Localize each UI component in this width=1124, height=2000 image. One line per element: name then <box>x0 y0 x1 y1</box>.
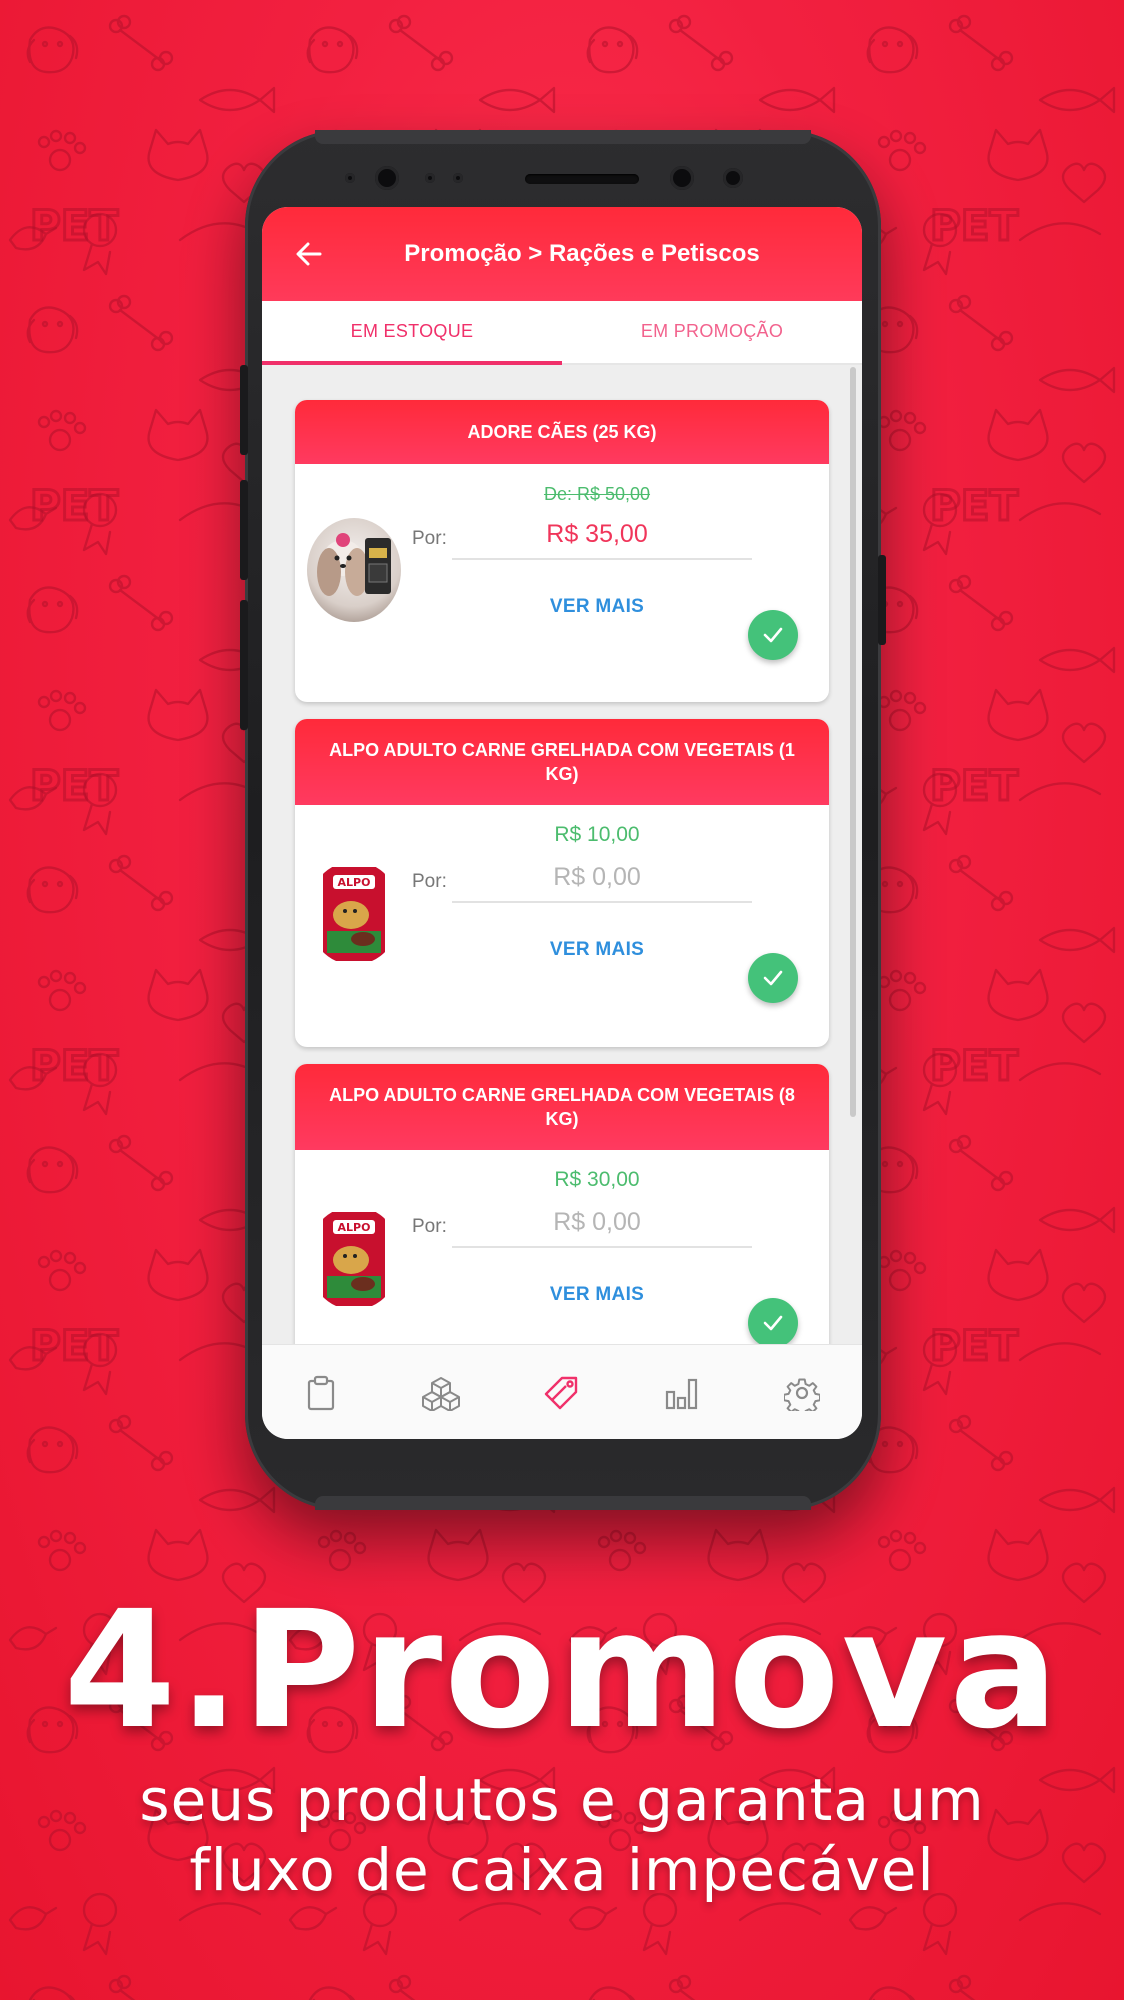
product-name: ALPO ADULTO CARNE GRELHADA COM VEGETAIS … <box>295 1064 829 1150</box>
price-underline <box>452 1246 752 1248</box>
bar-chart-icon <box>665 1378 698 1410</box>
promo-price: R$ 0,00 <box>553 863 641 891</box>
check-icon <box>763 627 783 643</box>
ver-mais-link[interactable]: VER MAIS <box>447 596 747 618</box>
gear-icon <box>784 1378 820 1411</box>
product-image: ALPO <box>307 1206 401 1310</box>
check-icon <box>763 970 783 986</box>
price-underline <box>452 558 752 560</box>
product-image: ALPO <box>307 861 401 965</box>
nav-reports[interactable] <box>660 1371 704 1415</box>
promo-subline-line-1: seus produtos e garanta um <box>139 1766 985 1834</box>
svg-text:PET: PET <box>930 201 1018 250</box>
svg-text:PET: PET <box>30 201 118 250</box>
check-icon <box>763 1315 783 1331</box>
svg-text:PET: PET <box>30 481 118 530</box>
bottom-navigation <box>262 1344 862 1439</box>
price-underline <box>452 901 752 903</box>
phone-side-button <box>240 600 248 730</box>
nav-settings[interactable] <box>780 1371 824 1415</box>
product-image <box>307 518 401 622</box>
camera-icon <box>670 166 694 190</box>
back-arrow-icon[interactable] <box>294 239 324 269</box>
svg-text:ALPO: ALPO <box>338 1221 371 1234</box>
product-name: ALPO ADULTO CARNE GRELHADA COM VEGETAIS … <box>295 719 829 805</box>
front-camera-icon <box>375 166 399 190</box>
svg-text:PET: PET <box>930 1041 1018 1090</box>
tab-em-estoque[interactable]: EM ESTOQUE <box>262 301 562 365</box>
tag-icon <box>544 1376 578 1410</box>
ver-mais-link[interactable]: VER MAIS <box>447 1284 747 1306</box>
nav-orders[interactable] <box>299 1371 343 1415</box>
original-price: De: R$ 50,00 <box>543 484 651 504</box>
phone-top-rim <box>315 130 811 144</box>
promo-subline: seus produtos e garanta um fluxo de caix… <box>0 1765 1124 1905</box>
app-bar: Promoção > Rações e Petiscos <box>262 207 862 301</box>
sensor-icon <box>425 173 435 183</box>
promo-price: R$ 35,00 <box>546 520 648 548</box>
phone-power-button <box>878 555 886 645</box>
phone-speaker <box>525 174 639 184</box>
scrollbar[interactable] <box>850 367 856 1117</box>
food-bag-icon: ALPO <box>323 1212 385 1306</box>
nav-promotions[interactable] <box>540 1371 584 1415</box>
clipboard-icon <box>307 1375 335 1411</box>
promo-subline-line-2: fluxo de caixa impecável <box>189 1836 935 1904</box>
por-label: Por: <box>412 528 447 549</box>
nav-stock[interactable] <box>419 1371 463 1415</box>
confirm-button[interactable] <box>748 1298 798 1348</box>
svg-text:PET: PET <box>30 1041 118 1090</box>
confirm-button[interactable] <box>748 953 798 1003</box>
product-card: ADORE CÃES (25 KG) De: R$ 50,00 Por: R$ … <box>295 400 829 702</box>
promo-price: R$ 0,00 <box>553 1208 641 1236</box>
svg-text:PET: PET <box>930 481 1018 530</box>
confirm-button[interactable] <box>748 610 798 660</box>
sensor-icon <box>723 168 743 188</box>
svg-text:PET: PET <box>930 761 1018 810</box>
tab-em-promocao[interactable]: EM PROMOÇÃO <box>562 301 862 365</box>
app-screen: Promoção > Rações e Petiscos EM ESTOQUE … <box>262 207 862 1439</box>
promo-headline: 4.Promova <box>63 1577 1061 1765</box>
sensor-icon <box>453 173 463 183</box>
phone-side-button <box>240 480 248 580</box>
original-price: R$ 10,00 <box>554 823 640 846</box>
product-name: ADORE CÃES (25 KG) <box>295 400 829 464</box>
phone-bottom-rim <box>315 1496 811 1510</box>
svg-text:PET: PET <box>30 761 118 810</box>
product-card: ALPO ADULTO CARNE GRELHADA COM VEGETAIS … <box>295 719 829 1047</box>
food-bag-icon: ALPO <box>323 867 385 961</box>
boxes-icon <box>422 1377 460 1411</box>
phone-side-button <box>240 365 248 455</box>
sensor-icon <box>345 173 355 183</box>
svg-text:PET: PET <box>30 1321 118 1370</box>
ver-mais-link[interactable]: VER MAIS <box>447 939 747 961</box>
tab-bar: EM ESTOQUE EM PROMOÇÃO <box>262 301 862 365</box>
por-label: Por: <box>412 871 447 892</box>
por-label: Por: <box>412 1216 447 1237</box>
svg-text:ALPO: ALPO <box>338 876 371 889</box>
original-price: R$ 30,00 <box>554 1168 640 1191</box>
tab-indicator <box>262 361 562 365</box>
svg-text:PET: PET <box>930 1321 1018 1370</box>
page-title: Promoção > Rações e Petiscos <box>404 240 760 267</box>
dog-product-icon <box>317 533 391 596</box>
